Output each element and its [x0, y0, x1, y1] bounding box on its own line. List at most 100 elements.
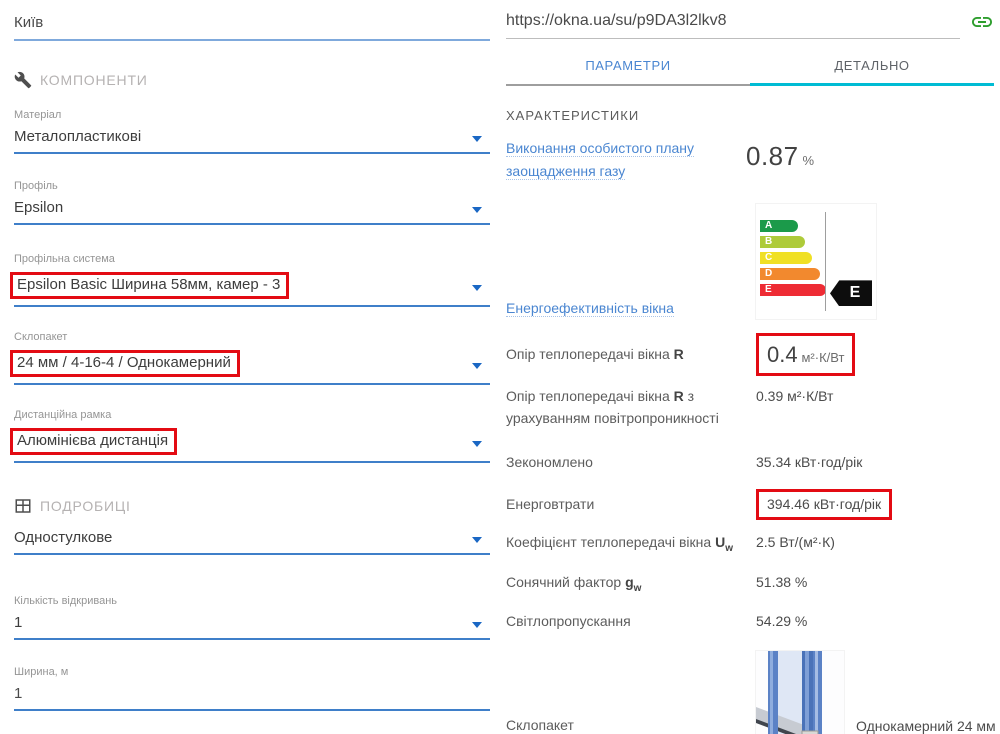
- field-value: Металопластикові: [14, 128, 142, 145]
- u-value: 2.5 Вт/(м²·К): [756, 534, 835, 551]
- losses-value: 394.46 кВт·год/рік: [767, 496, 882, 513]
- label-symbol: R: [673, 388, 684, 405]
- material-select[interactable]: Металопластикові: [14, 124, 490, 154]
- field-label: Матеріал: [14, 109, 62, 121]
- row-gas-plan: Виконання особистого плану заощадження г…: [506, 137, 994, 182]
- energy-class-letter: A: [765, 220, 773, 232]
- energy-bar: E: [760, 284, 826, 297]
- row-label: Енерговтрати: [506, 496, 595, 513]
- field-label: Профіль: [14, 180, 58, 192]
- energy-bars: A B C D E: [760, 220, 826, 300]
- row-label: Склопакет: [506, 717, 574, 734]
- characteristics-title: ХАРАКТЕРИСТИКИ: [506, 108, 640, 123]
- label-text: Сонячний фактор: [506, 573, 626, 590]
- energy-class-letter: E: [765, 284, 772, 296]
- field-value: 24 мм / 4-16-4 / Однокамерний: [17, 354, 231, 371]
- row-label: Коефіцієнт теплопередачі вікна Uw: [506, 532, 756, 556]
- city-field: [14, 8, 490, 41]
- chevron-down-icon: [472, 440, 482, 447]
- saved-value: 35.34 кВт·год/рік: [756, 453, 863, 470]
- field-value: Алюмінієва дистанція: [17, 432, 169, 449]
- label-subscript: w: [633, 582, 642, 594]
- tab-parameters[interactable]: ПАРАМЕТРИ: [506, 49, 750, 83]
- glazing-unit-caption: Однокамерний 24 мм: [856, 717, 996, 734]
- glazing-select[interactable]: 24 мм / 4-16-4 / Однокамерний: [10, 346, 490, 385]
- tab-indicator-active: [750, 83, 994, 86]
- label-symbol: R: [673, 346, 684, 363]
- row-losses: Енерговтрати 394.46 кВт·год/рік: [506, 489, 994, 521]
- tab-details[interactable]: ДЕТАЛЬНО: [750, 49, 994, 83]
- row-label: Опір теплопередачі вікна R з урахуванням…: [506, 386, 756, 429]
- energy-class-letter: B: [765, 236, 773, 248]
- chevron-down-icon: [472, 622, 482, 628]
- openings-select[interactable]: 1: [14, 610, 490, 640]
- width-input[interactable]: [14, 685, 490, 702]
- profile-system-select[interactable]: Epsilon Basic Ширина 58мм, камер - 3: [10, 268, 490, 307]
- row-value: 54.29 %: [756, 611, 994, 633]
- field-window-type: Одностулкове: [14, 525, 490, 555]
- row-label: Сонячний фактор gw: [506, 572, 756, 596]
- gas-plan-link[interactable]: Виконання особистого плану заощадження г…: [506, 140, 695, 180]
- field-profile: Профіль Epsilon: [14, 180, 490, 225]
- highlight-box: 0.4 м²·К/Вт: [756, 333, 856, 377]
- tab-bar: ПАРАМЕТРИ ДЕТАЛЬНО: [506, 49, 994, 83]
- chevron-down-icon: [472, 207, 482, 213]
- row-value: 0.4 м²·К/Вт: [756, 333, 994, 377]
- label-text: Опір теплопередачі вікна: [506, 388, 674, 405]
- field-label: Склопакет: [14, 331, 68, 343]
- row-label: Світлопропускання: [506, 613, 631, 630]
- field-label: Ширина, м: [14, 666, 69, 678]
- city-input[interactable]: [14, 14, 490, 31]
- link-icon[interactable]: [970, 10, 994, 34]
- r-unit: м²·К/Вт: [801, 350, 845, 366]
- field-glazing: Склопакет 24 мм / 4-16-4 / Однокамерний: [10, 331, 490, 385]
- field-value: Epsilon: [14, 199, 64, 216]
- spacer-select[interactable]: Алюмінієва дистанція: [10, 424, 490, 463]
- label-subscript: w: [725, 543, 733, 555]
- section-title: КОМПОНЕНТИ: [40, 72, 148, 88]
- window-type-select[interactable]: Одностулкове: [14, 525, 490, 555]
- row-value: 51.38 %: [756, 572, 994, 596]
- results-panel: ПАРАМЕТРИ ДЕТАЛЬНО ХАРАКТЕРИСТИКИ Викона…: [500, 0, 1000, 734]
- field-value: Epsilon Basic Ширина 58мм, камер - 3: [17, 276, 281, 293]
- share-url-input[interactable]: [506, 12, 960, 30]
- wrench-icon: [14, 71, 32, 89]
- field-spacer: Дистанційна рамка Алюмінієва дистанція: [10, 409, 490, 463]
- gas-plan-unit: %: [802, 153, 815, 168]
- highlight-box: Epsilon Basic Ширина 58мм, камер - 3: [10, 272, 290, 299]
- row-light-transmission: Світлопропускання 54.29 %: [506, 611, 994, 633]
- energy-efficiency-link[interactable]: Енергоефективність вікна: [506, 299, 674, 317]
- details-section-header: ПОДРОБИЦІ: [14, 497, 490, 515]
- energy-scale-line: [825, 212, 826, 312]
- grid-icon: [15, 499, 31, 513]
- energy-class-letter: D: [765, 268, 773, 280]
- glazing-unit-image: [756, 650, 844, 734]
- energy-class-label-image: A B C D E E: [756, 204, 876, 320]
- highlight-box: 394.46 кВт·год/рік: [756, 489, 893, 521]
- chevron-down-icon: [472, 284, 482, 291]
- share-url-row: [506, 8, 994, 39]
- chevron-down-icon: [472, 136, 482, 142]
- field-material: Матеріал Металопластикові: [14, 109, 490, 154]
- label-text: Коефіцієнт теплопередачі вікна: [506, 534, 716, 551]
- field-label: Профільна система: [14, 253, 115, 265]
- energy-current-class-tag: E: [830, 280, 872, 307]
- light-value: 54.29 %: [756, 613, 808, 630]
- section-title: ПОДРОБИЦІ: [40, 498, 131, 514]
- row-value: 2.5 Вт/(м²·К): [756, 532, 994, 556]
- row-u-value: Коефіцієнт теплопередачі вікна Uw 2.5 Вт…: [506, 532, 994, 556]
- row-glazing-unit: Склопакет Однокамерний 24 мм: [506, 650, 996, 734]
- row-r-value: Опір теплопередачі вікна R 0.4 м²·К/Вт: [506, 333, 994, 377]
- row-value: 0.87 %: [746, 137, 994, 182]
- energy-bar: D: [760, 268, 820, 281]
- gas-plan-value: 0.87: [746, 141, 799, 171]
- row-label: Опір теплопередачі вікна R: [506, 344, 756, 366]
- field-profile-system: Профільна система Epsilon Basic Ширина 5…: [10, 253, 490, 307]
- label-symbol: U: [715, 534, 726, 551]
- profile-select[interactable]: Epsilon: [14, 195, 490, 225]
- field-openings: Кількість відкривань 1: [14, 595, 490, 640]
- field-label: Дистанційна рамка: [14, 409, 112, 421]
- row-value: 35.34 кВт·год/рік: [756, 452, 994, 474]
- row-saved: Зекономлено 35.34 кВт·год/рік: [506, 452, 994, 474]
- energy-bar: C: [760, 252, 812, 265]
